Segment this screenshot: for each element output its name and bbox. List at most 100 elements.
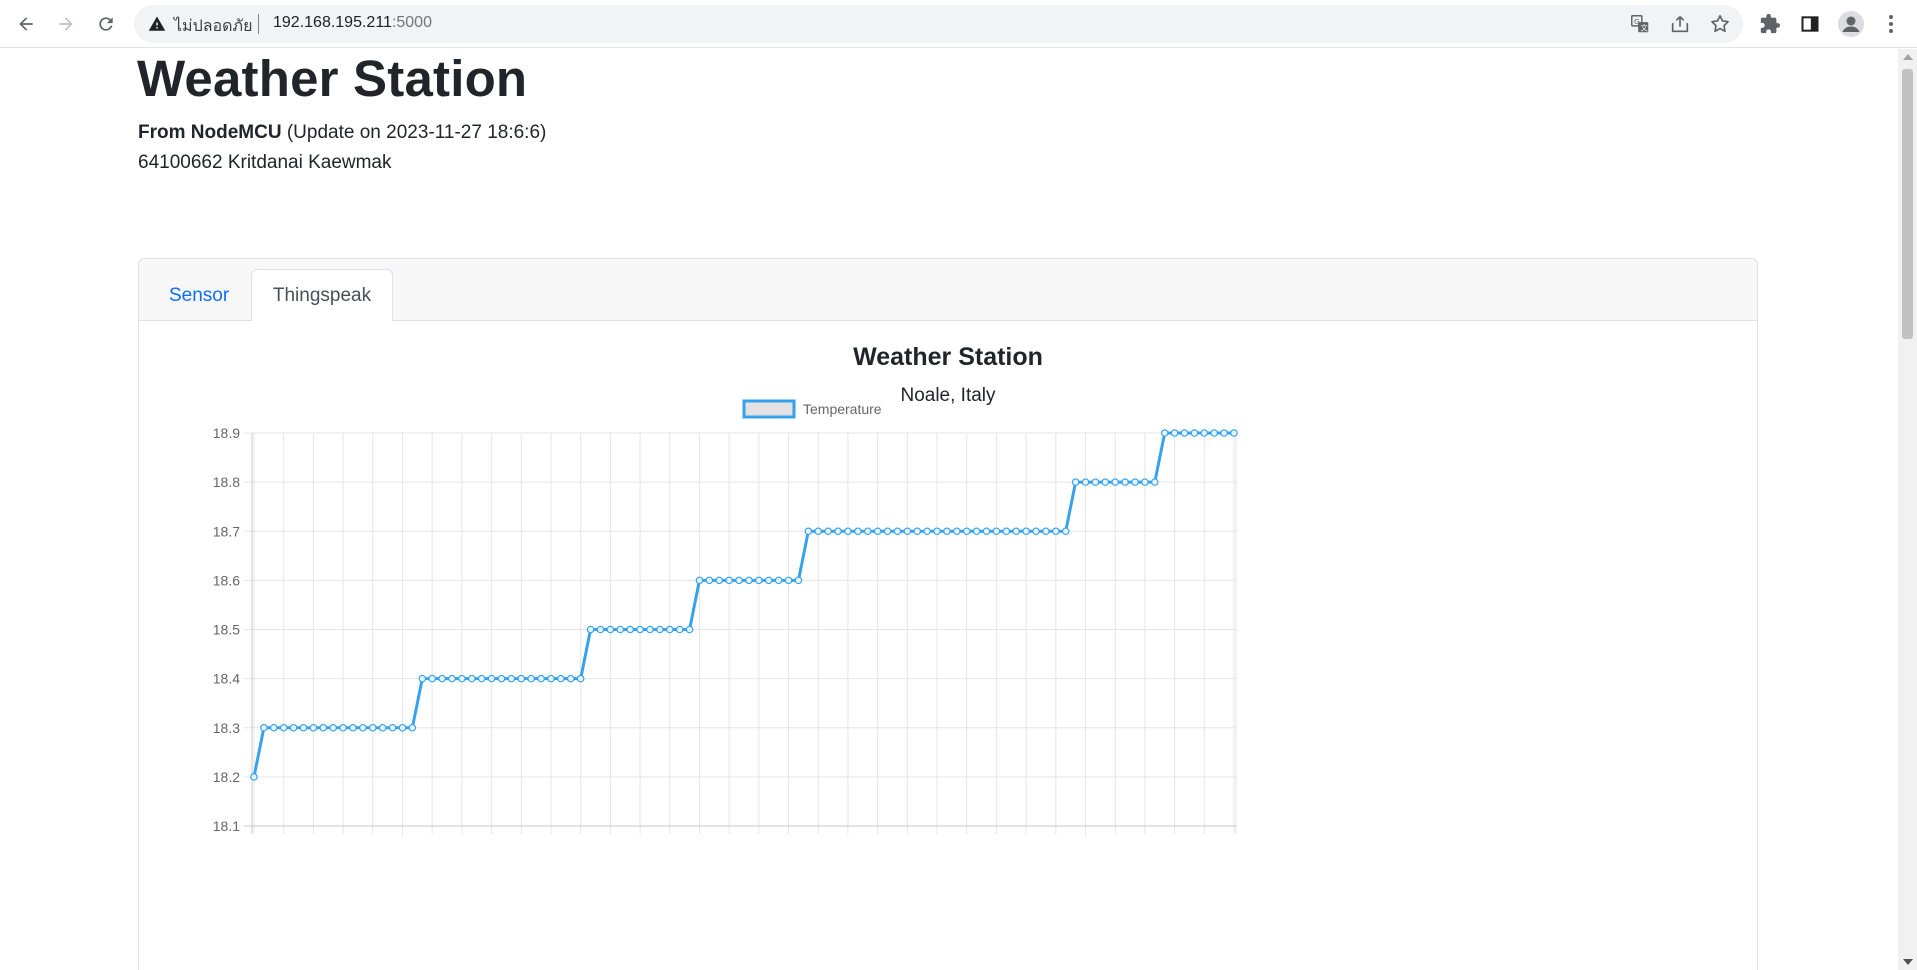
data-point (873, 527, 882, 536)
data-point (566, 674, 575, 683)
data-point (527, 674, 535, 683)
forward-button[interactable] (50, 8, 82, 40)
menu-button[interactable] (1876, 9, 1906, 39)
side-panel-button[interactable] (1795, 9, 1825, 39)
data-point (665, 625, 674, 634)
data-point (1190, 429, 1199, 437)
data-point (705, 576, 714, 585)
forward-icon (59, 17, 73, 31)
chart-legend[interactable]: Temperature (742, 399, 882, 419)
data-point (992, 527, 1001, 536)
reload-icon (99, 17, 113, 31)
data-point (547, 674, 555, 683)
scroll-up-arrow[interactable] (1903, 54, 1913, 60)
data-point (923, 527, 931, 536)
url-host: 192.168.195.211 (273, 14, 392, 31)
update-line: From NodeMCU (Update on 2023-11-27 18:6:… (138, 122, 546, 144)
data-point (1081, 478, 1090, 486)
star-icon[interactable] (1709, 13, 1731, 35)
author-line: 64100662 Kritdanai Kaewmak (138, 152, 392, 173)
url-text[interactable]: 192.168.195.211:5000 (273, 14, 432, 32)
source-label: From NodeMCU (138, 122, 282, 143)
data-point (1180, 429, 1189, 437)
data-point (626, 625, 634, 634)
data-point (933, 527, 941, 536)
data-point (1200, 429, 1209, 437)
data-point (359, 723, 367, 732)
profile-icon (1838, 11, 1864, 37)
data-point (745, 576, 753, 585)
extensions-button[interactable] (1755, 9, 1785, 39)
insecure-label[interactable]: ไม่ปลอดภัย (174, 14, 252, 39)
data-point (1230, 429, 1238, 437)
page-content: Weather Station From NodeMCU (Update on … (0, 49, 1898, 970)
back-button[interactable] (10, 8, 42, 40)
chart-grid (244, 432, 1237, 834)
data-point (1032, 527, 1040, 536)
translate-icon[interactable]: G文 (1629, 13, 1651, 35)
extensions-icon (1760, 13, 1781, 34)
data-point (398, 723, 407, 732)
data-point (557, 674, 565, 683)
y-axis: 18.9 18.8 18.7 18.6 18.5 18.4 18.3 18.2 18.1 (213, 425, 240, 834)
update-text: (Update on 2023-11-27 18:6:6) (286, 122, 547, 143)
tabs-card: Sensor Thingspeak Weather Station Noale,… (138, 258, 1758, 970)
data-point (794, 576, 803, 585)
y-tick-label: 18.1 (213, 818, 240, 834)
data-point (576, 674, 585, 683)
data-point (428, 674, 436, 683)
data-point (834, 527, 842, 536)
data-point (675, 625, 684, 634)
data-point (844, 527, 852, 536)
back-icon (19, 17, 33, 31)
data-point (438, 674, 446, 683)
scroll-down-arrow[interactable] (1903, 959, 1913, 965)
data-point (784, 576, 793, 585)
data-point (636, 625, 644, 634)
temperature-chart: 18.9 18.8 18.7 18.6 18.5 18.4 18.3 18.2 18.1 Tem… (213, 399, 1238, 834)
data-point (804, 527, 813, 536)
data-point (695, 576, 704, 585)
y-tick-label: 18.3 (213, 720, 240, 736)
page-scrollbar[interactable] (1898, 49, 1917, 970)
data-point (586, 625, 595, 634)
address-bar[interactable]: ไม่ปลอดภัย 192.168.195.211:5000 G文 (134, 5, 1743, 43)
data-point (329, 723, 337, 732)
data-point (1170, 429, 1179, 437)
data-point (854, 527, 862, 536)
data-point (755, 576, 763, 585)
data-point (349, 723, 357, 732)
legend-swatch (742, 399, 796, 419)
data-point (418, 674, 427, 683)
data-point (448, 674, 456, 683)
profile-button[interactable] (1836, 9, 1866, 39)
reload-button[interactable] (90, 8, 122, 40)
data-point (1091, 478, 1100, 486)
data-point (1121, 478, 1129, 486)
data-point (487, 674, 496, 683)
data-point (517, 674, 526, 683)
share-icon[interactable] (1669, 13, 1691, 35)
data-point (1220, 429, 1228, 437)
data-point (913, 527, 922, 536)
data-point (269, 723, 278, 732)
data-point (1012, 527, 1021, 536)
data-point (1160, 429, 1169, 437)
data-point (962, 527, 971, 536)
y-tick-label: 18.7 (213, 523, 240, 539)
data-point (279, 723, 288, 732)
data-point (1022, 527, 1030, 536)
side-panel-icon (1801, 16, 1819, 32)
data-point (1002, 527, 1011, 536)
scroll-thumb[interactable] (1902, 69, 1913, 339)
data-point (903, 527, 912, 536)
data-point (299, 723, 308, 732)
menu-icon (1889, 15, 1893, 33)
data-point (1071, 478, 1080, 486)
y-tick-label: 18.8 (213, 474, 240, 490)
data-point (863, 527, 872, 536)
data-point (972, 527, 981, 536)
data-point (339, 723, 347, 732)
data-point (616, 625, 625, 634)
data-point (646, 625, 654, 634)
